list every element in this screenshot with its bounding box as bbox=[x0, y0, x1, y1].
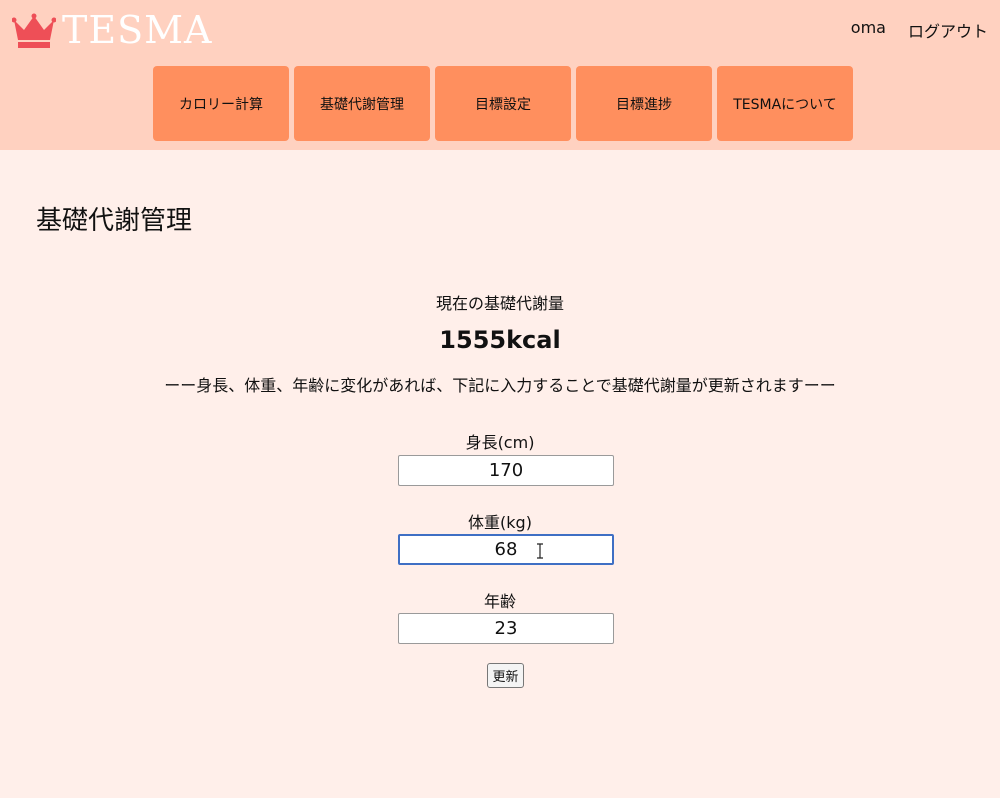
site-header: TESMA oma ログアウト カロリー計算 基礎代謝管理 目標設定 目標進捗 … bbox=[0, 0, 1000, 150]
crown-icon bbox=[12, 13, 56, 48]
nav-bmr-management[interactable]: 基礎代謝管理 bbox=[294, 66, 430, 141]
logout-link[interactable]: ログアウト bbox=[908, 18, 988, 42]
nav-goal-setting[interactable]: 目標設定 bbox=[435, 66, 571, 141]
update-button[interactable]: 更新 bbox=[487, 663, 524, 688]
weight-input[interactable] bbox=[398, 534, 614, 565]
update-notice: ーー身長、体重、年齢に変化があれば、下記に入力することで基礎代謝量が更新されます… bbox=[164, 376, 836, 395]
page-title: 基礎代謝管理 bbox=[36, 206, 193, 236]
nav-calorie-calc[interactable]: カロリー計算 bbox=[153, 66, 289, 141]
user-name: oma bbox=[850, 18, 886, 37]
weight-label: 体重(kg) bbox=[468, 513, 532, 532]
height-label: 身長(cm) bbox=[465, 433, 535, 452]
text-cursor-icon bbox=[537, 543, 543, 559]
site-logo[interactable]: TESMA bbox=[12, 10, 212, 50]
user-area: oma ログアウト bbox=[851, 18, 988, 42]
height-input[interactable] bbox=[398, 455, 614, 486]
logo-text: TESMA bbox=[62, 8, 213, 52]
age-input[interactable] bbox=[398, 613, 614, 644]
current-bmr-value: 1555kcal bbox=[439, 326, 561, 354]
nav-about-tesma[interactable]: TESMAについて bbox=[717, 66, 853, 141]
current-bmr-label: 現在の基礎代謝量 bbox=[435, 294, 564, 313]
age-label: 年齢 bbox=[483, 592, 516, 611]
nav-goal-progress[interactable]: 目標進捗 bbox=[576, 66, 712, 141]
main-nav: カロリー計算 基礎代謝管理 目標設定 目標進捗 TESMAについて bbox=[153, 66, 853, 141]
